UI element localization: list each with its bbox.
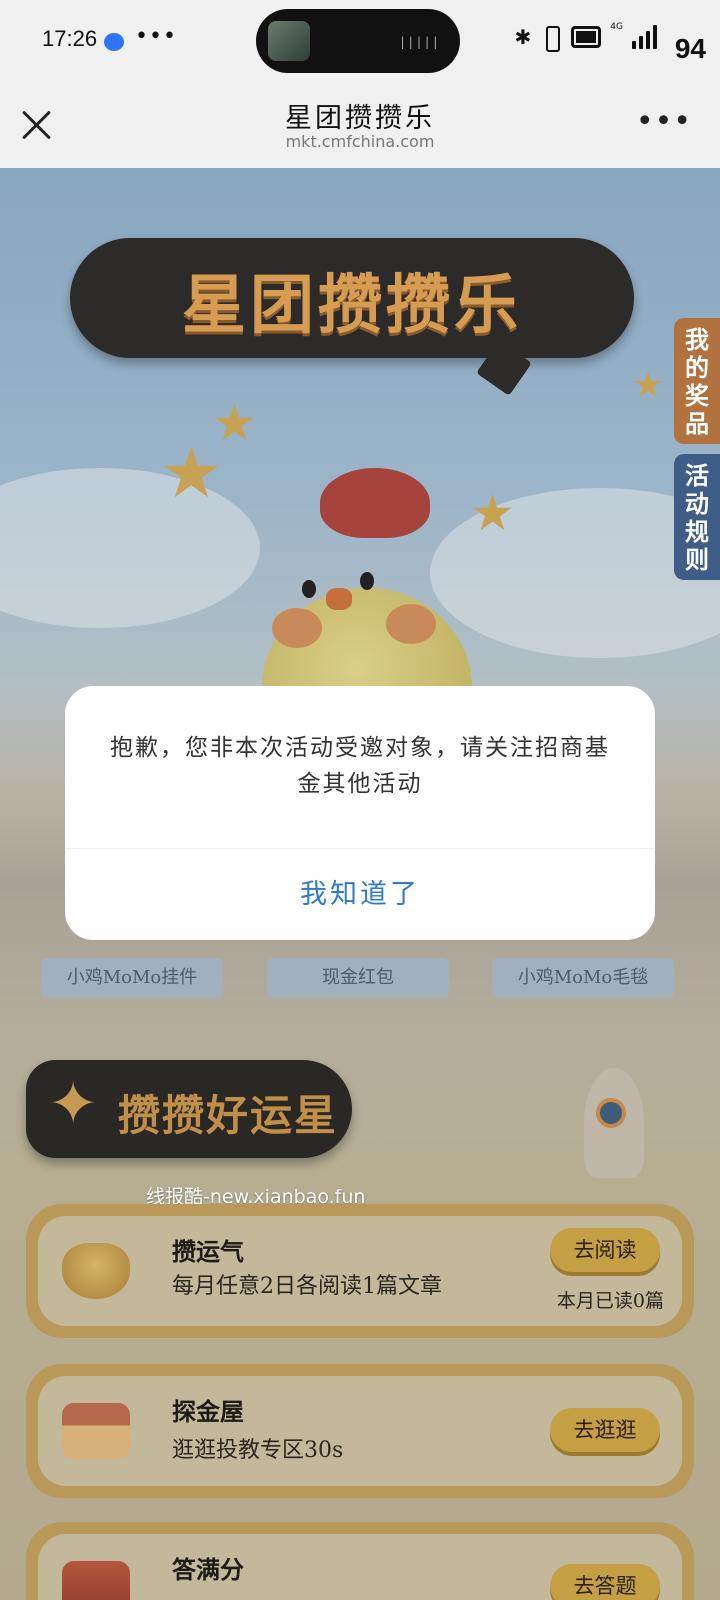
- status-icons: ✱ 4G 94: [514, 22, 706, 64]
- page-url: mkt.cmfchina.com: [285, 132, 435, 151]
- network-type: 4G: [610, 22, 623, 32]
- dynamic-island[interactable]: |||||: [256, 9, 460, 73]
- status-time: 17:26: [42, 26, 98, 51]
- signal-icon: [632, 25, 657, 49]
- dialog-message: 抱歉，您非本次活动受邀对象，请关注招商基金其他活动: [110, 735, 610, 797]
- confirm-button[interactable]: 我知道了: [65, 849, 655, 940]
- page-title: 星团攒攒乐: [285, 103, 435, 134]
- media-thumbnail-icon: [268, 21, 310, 61]
- vibrate-icon: [540, 24, 562, 52]
- status-bar: 17:26 ••• ||||| ✱ 4G 94: [0, 0, 720, 84]
- notice-dialog: 抱歉，您非本次活动受邀对象，请关注招商基金其他活动 我知道了: [65, 686, 655, 940]
- battery-saver-icon: [571, 26, 602, 48]
- audio-wave-icon: |||||: [398, 35, 440, 49]
- bluetooth-icon: ✱: [514, 25, 532, 49]
- title-bar: 星团攒攒乐 mkt.cmfchina.com •••: [0, 84, 720, 168]
- status-more-icon: •••: [135, 24, 177, 49]
- battery-level: 94: [674, 33, 706, 64]
- more-options-icon[interactable]: •••: [636, 107, 692, 137]
- message-notification-icon: [104, 33, 124, 51]
